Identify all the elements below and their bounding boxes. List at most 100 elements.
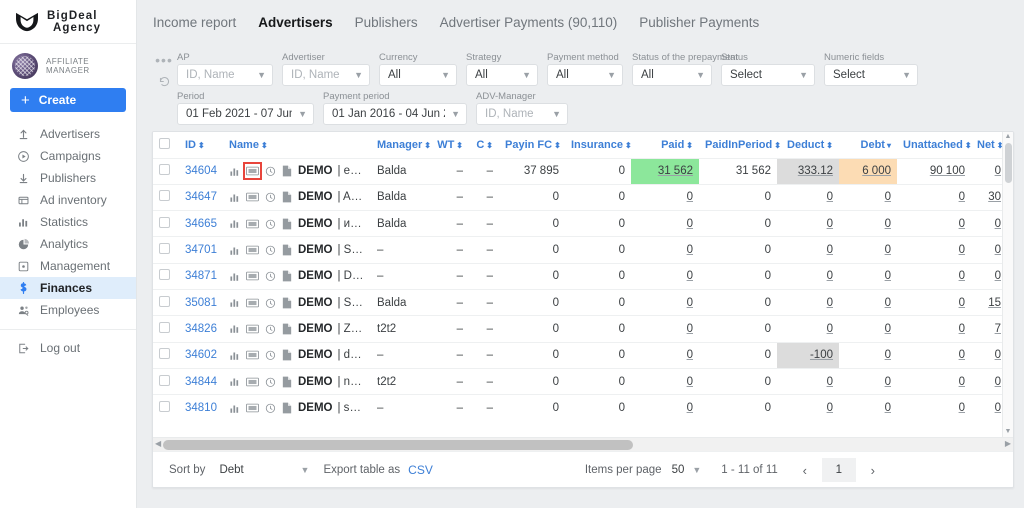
cell-unattached[interactable]: 90 100: [897, 157, 971, 185]
history-icon[interactable]: [263, 218, 276, 230]
document-icon[interactable]: [280, 165, 293, 177]
cell-name[interactable]: DEMO | Zahir: [223, 315, 371, 343]
banknote-icon[interactable]: [246, 244, 259, 256]
history-icon[interactable]: [263, 323, 276, 335]
cell-value-link[interactable]: 90 100: [930, 165, 965, 177]
banknote-icon[interactable]: [246, 402, 259, 414]
cell-value-link[interactable]: 0: [687, 376, 693, 388]
cell-debt[interactable]: 0: [839, 341, 897, 369]
row-select-cell[interactable]: [153, 262, 179, 290]
cell-unattached[interactable]: 0: [897, 210, 971, 237]
cell-value-link[interactable]: 0: [827, 218, 833, 230]
cell-unattached[interactable]: 0: [897, 236, 971, 264]
cell-value-link[interactable]: 0: [995, 349, 1001, 361]
cell-value-link[interactable]: 7: [995, 323, 1001, 335]
cell-deduct[interactable]: 0: [777, 262, 839, 290]
cell-id[interactable]: 34665: [179, 210, 223, 237]
filter-adv-manager-select[interactable]: ID, Name ▼: [476, 103, 568, 125]
document-icon[interactable]: [280, 218, 293, 230]
pagination-page-number[interactable]: 1: [821, 458, 856, 482]
row-select-cell[interactable]: [153, 315, 179, 343]
pagination-next-button[interactable]: ›: [862, 459, 884, 481]
cell-deduct[interactable]: 333.12: [777, 157, 839, 185]
cell-value-link[interactable]: 333.12: [798, 165, 833, 177]
filter-advertiser-select[interactable]: ID, Name ▼: [282, 64, 370, 86]
tab-advertiser-payments[interactable]: Advertiser Payments (90,110): [440, 15, 618, 30]
items-per-page-select[interactable]: 50 ▼: [672, 464, 702, 476]
cell-value-link[interactable]: 0: [827, 270, 833, 282]
cell-name[interactable]: DEMO | Sean: [223, 236, 371, 264]
sidebar-item-finances[interactable]: Finances: [0, 277, 136, 299]
banknote-icon[interactable]: [243, 162, 262, 181]
cell-value-link[interactable]: 0: [959, 349, 965, 361]
document-icon[interactable]: [280, 323, 293, 335]
column-header-unattached[interactable]: Unattached ⬍: [897, 132, 972, 158]
row-checkbox[interactable]: [159, 164, 170, 176]
column-header-payin-fc[interactable]: Payin FC ⬍: [499, 132, 565, 158]
chart-icon[interactable]: [229, 165, 242, 177]
cell-value-link[interactable]: 0: [959, 218, 965, 230]
cell-deduct[interactable]: 0: [777, 236, 839, 264]
cell-paid[interactable]: 0: [631, 367, 699, 395]
chart-icon[interactable]: [229, 323, 242, 335]
cell-paid[interactable]: 0: [631, 315, 699, 343]
cell-value-link[interactable]: 0: [687, 402, 693, 414]
export-csv-link[interactable]: CSV: [408, 463, 433, 477]
cell-paid[interactable]: 0: [631, 394, 699, 421]
cell-unattached[interactable]: 0: [897, 341, 971, 369]
chart-icon[interactable]: [229, 244, 242, 256]
table-row[interactable]: 34665DEMO| ивен...Balda––000000003: [153, 210, 1013, 237]
table-row[interactable]: 34871DEMO| Dem...–––000000000: [153, 262, 1013, 290]
cell-id[interactable]: 34844: [179, 367, 223, 395]
scroll-right-arrow[interactable]: ▶: [1005, 439, 1011, 448]
row-select-cell[interactable]: [153, 157, 179, 185]
cell-value-link[interactable]: 0: [687, 297, 693, 309]
sidebar-item-ad-inventory[interactable]: Ad inventory: [0, 189, 136, 211]
cell-id[interactable]: 34810: [179, 394, 223, 421]
row-select-cell[interactable]: [153, 394, 179, 421]
history-icon[interactable]: [263, 349, 276, 361]
filter-ap-select[interactable]: ID, Name ▼: [177, 64, 273, 86]
banknote-icon[interactable]: [246, 376, 259, 388]
row-select-cell[interactable]: [153, 367, 179, 395]
advertiser-id-link[interactable]: 34647: [185, 191, 217, 203]
advertiser-id-link[interactable]: 35081: [185, 297, 217, 309]
history-icon[interactable]: [263, 402, 276, 414]
banknote-icon[interactable]: [246, 349, 259, 361]
sidebar-item-employees[interactable]: Employees: [0, 299, 136, 321]
cell-value-link[interactable]: 0: [885, 218, 891, 230]
row-checkbox[interactable]: [159, 401, 170, 413]
cell-value-link[interactable]: -100: [810, 349, 833, 361]
column-header-paid[interactable]: Paid ⬍: [631, 132, 699, 158]
cell-unattached[interactable]: 0: [897, 262, 971, 290]
cell-id[interactable]: 35081: [179, 288, 223, 316]
cell-paid[interactable]: 31 562: [631, 157, 699, 185]
scroll-down-arrow[interactable]: ▼: [1003, 427, 1013, 437]
table-vertical-scrollbar[interactable]: ▲ ▼: [1002, 132, 1013, 437]
cell-paid[interactable]: 0: [631, 288, 699, 316]
brand-header[interactable]: BigDeal Agency: [0, 0, 136, 44]
history-icon[interactable]: [263, 191, 276, 203]
cell-paid[interactable]: 0: [631, 183, 699, 211]
cell-value-link[interactable]: 31 562: [658, 165, 693, 177]
cell-paid[interactable]: 0: [631, 262, 699, 290]
sidebar-item-statistics[interactable]: Statistics: [0, 211, 136, 233]
scroll-left-arrow[interactable]: ◀: [155, 439, 161, 448]
table-row[interactable]: 34604DEMO| exam...Balda––37 895031 56231…: [153, 157, 1013, 185]
chart-icon[interactable]: [229, 402, 242, 414]
table-row[interactable]: 34810DEMO| sara–––000000000✔: [153, 394, 1013, 421]
advertiser-id-link[interactable]: 34665: [185, 218, 217, 230]
cell-value-link[interactable]: 0: [885, 297, 891, 309]
row-checkbox[interactable]: [159, 321, 170, 333]
cell-id[interactable]: 34604: [179, 157, 223, 185]
banknote-icon[interactable]: [246, 191, 259, 203]
cell-value-link[interactable]: 6 000: [862, 165, 891, 177]
cell-value-link[interactable]: 0: [995, 270, 1001, 282]
table-row[interactable]: 34826DEMO| Zahirt2t2––0000000730: [153, 315, 1013, 343]
cell-paid[interactable]: 0: [631, 236, 699, 264]
cell-value-link[interactable]: 0: [885, 270, 891, 282]
column-header-insurance[interactable]: Insurance ⬍: [565, 132, 632, 158]
more-options-icon[interactable]: •••: [153, 53, 175, 67]
document-icon[interactable]: [280, 244, 293, 256]
document-icon[interactable]: [280, 349, 293, 361]
